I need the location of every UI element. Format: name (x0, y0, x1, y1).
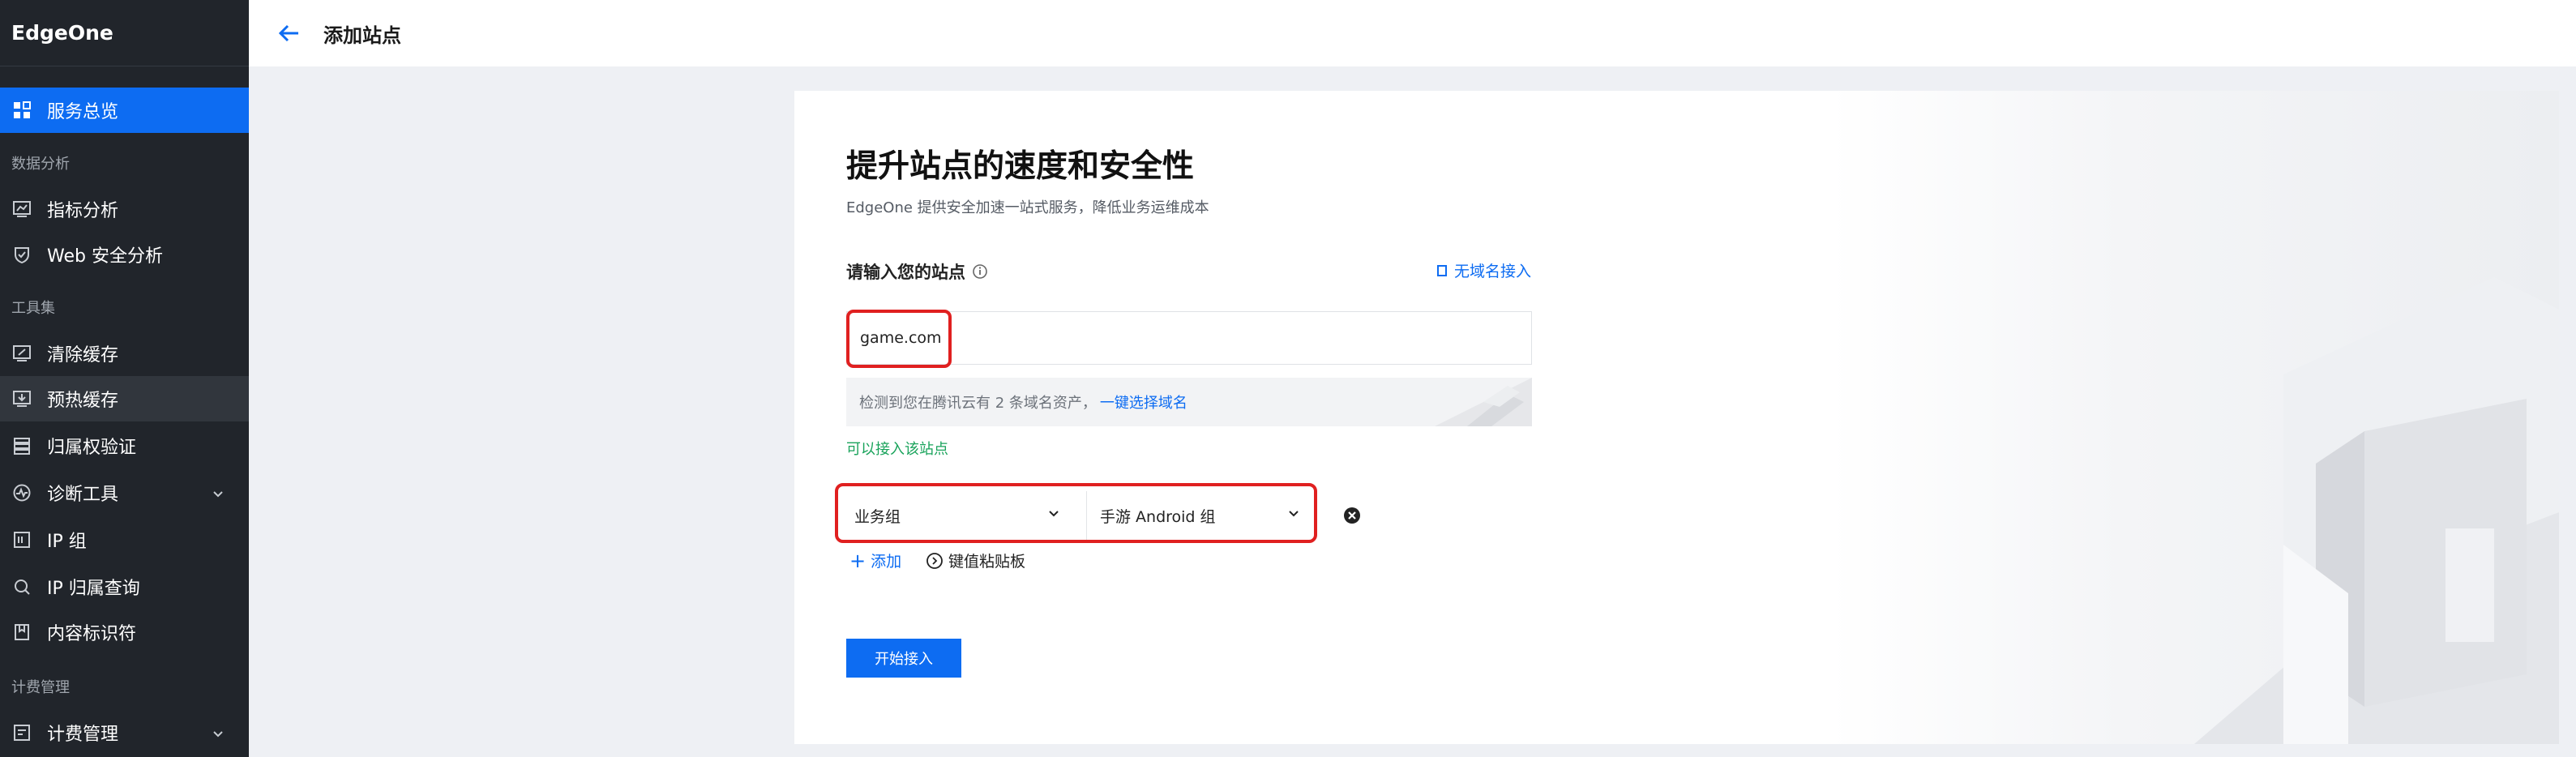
section-billing: 计费管理 (11, 679, 70, 696)
sidebar-item-label: 服务总览 (47, 102, 119, 122)
no-domain-label: 无域名接入 (1454, 263, 1532, 280)
plus-icon: + (849, 549, 867, 572)
sidebar-item-label: 内容标识符 (47, 624, 137, 644)
add-site-card: 提升站点的速度和安全性 EdgeOne 提供安全加速一站式服务，降低业务运维成本… (794, 91, 2559, 744)
sidebar-item-prefetch-cache[interactable]: 预热缓存 (0, 376, 249, 421)
chevron-down-icon (1287, 507, 1300, 524)
business-group-value: 业务组 (854, 507, 901, 526)
sidebar-item-label: IP 组 (47, 532, 87, 552)
success-message: 可以接入该站点 (846, 441, 948, 458)
sidebar-item-label: 清除缓存 (47, 345, 119, 366)
sidebar-item-ownership[interactable]: 归属权验证 (0, 423, 249, 468)
detect-notice: 检测到您在腾讯云有 2 条域名资产， 一键选择域名 (846, 378, 1532, 426)
download-icon (11, 388, 32, 409)
chevron-down-icon (1047, 507, 1060, 524)
sidebar-item-ip-group[interactable]: IP 组 (0, 517, 249, 562)
chevron-circle-icon (926, 552, 944, 570)
shield-icon (11, 244, 32, 265)
swap-icon (1435, 263, 1449, 278)
sidebar-item-metrics[interactable]: 指标分析 (0, 186, 249, 232)
sidebar-item-diagnostics[interactable]: 诊断工具 (0, 470, 249, 515)
sidebar-item-purge-cache[interactable]: 清除缓存 (0, 331, 249, 376)
sidebar-item-label: Web 安全分析 (47, 246, 163, 267)
add-tag-button[interactable]: + 添加 (849, 550, 901, 571)
no-domain-link[interactable]: 无域名接入 (1435, 259, 1531, 281)
group-value: 手游 Android 组 (1100, 507, 1216, 526)
bookmark-icon (11, 622, 32, 643)
group-value-select[interactable]: 手游 Android 组 (1086, 491, 1316, 540)
sidebar-item-label: 诊断工具 (47, 485, 119, 505)
sidebar-item-web-security[interactable]: Web 安全分析 (0, 232, 249, 277)
server-icon (11, 435, 32, 456)
section-data-analysis: 数据分析 (11, 156, 70, 173)
add-label: 添加 (871, 553, 902, 571)
chart-icon (11, 199, 32, 220)
section-toolset: 工具集 (11, 300, 55, 317)
info-icon[interactable] (972, 263, 988, 280)
sidebar: EdgeOne 服务总览 数据分析 指标分析 Web 安全分析 工具集 清除缓存… (0, 0, 249, 757)
decorative-background (1829, 91, 2559, 744)
sidebar-item-label: 指标分析 (47, 201, 119, 221)
notice-decoration (1435, 378, 1532, 426)
brand-logo: EdgeOne (0, 0, 249, 66)
sidebar-item-overview[interactable]: 服务总览 (0, 88, 249, 133)
sidebar-item-label: 预热缓存 (47, 391, 119, 411)
page-title: 添加站点 (323, 24, 401, 47)
site-input[interactable] (846, 311, 1532, 365)
start-access-button[interactable]: 开始接入 (846, 639, 961, 678)
top-bar: 添加站点 (249, 0, 2576, 66)
chevron-down-icon (212, 485, 225, 505)
paste-board-button[interactable]: 键值粘贴板 (926, 550, 1025, 571)
sidebar-item-label: 归属权验证 (47, 438, 137, 458)
close-icon[interactable] (1342, 506, 1362, 525)
sidebar-item-label: 计费管理 (47, 725, 119, 745)
search-icon (11, 576, 32, 597)
detect-text: 检测到您在腾讯云有 2 条域名资产， (859, 395, 1097, 412)
grid-icon (11, 100, 32, 121)
subline: EdgeOne 提供安全加速一站式服务，降低业务运维成本 (846, 199, 1209, 216)
sidebar-item-ip-lookup[interactable]: IP 归属查询 (0, 564, 249, 609)
business-group-select[interactable]: 业务组 (841, 491, 1076, 540)
select-domain-link[interactable]: 一键选择域名 (1100, 391, 1187, 413)
chevron-down-icon (212, 725, 225, 745)
purge-icon (11, 343, 32, 364)
sidebar-item-billing[interactable]: 计费管理 (0, 710, 249, 755)
field-label: 请输入您的站点 (846, 259, 988, 284)
sidebar-item-content-id[interactable]: 内容标识符 (0, 609, 249, 655)
ip-icon (11, 529, 32, 550)
billing-icon (11, 722, 32, 743)
field-label-text: 请输入您的站点 (846, 263, 965, 282)
sidebar-item-label: IP 归属查询 (47, 579, 140, 599)
paste-label: 键值粘贴板 (948, 553, 1026, 571)
back-arrow-icon[interactable] (273, 17, 306, 49)
pulse-icon (11, 482, 32, 503)
headline: 提升站点的速度和安全性 (846, 148, 1195, 185)
